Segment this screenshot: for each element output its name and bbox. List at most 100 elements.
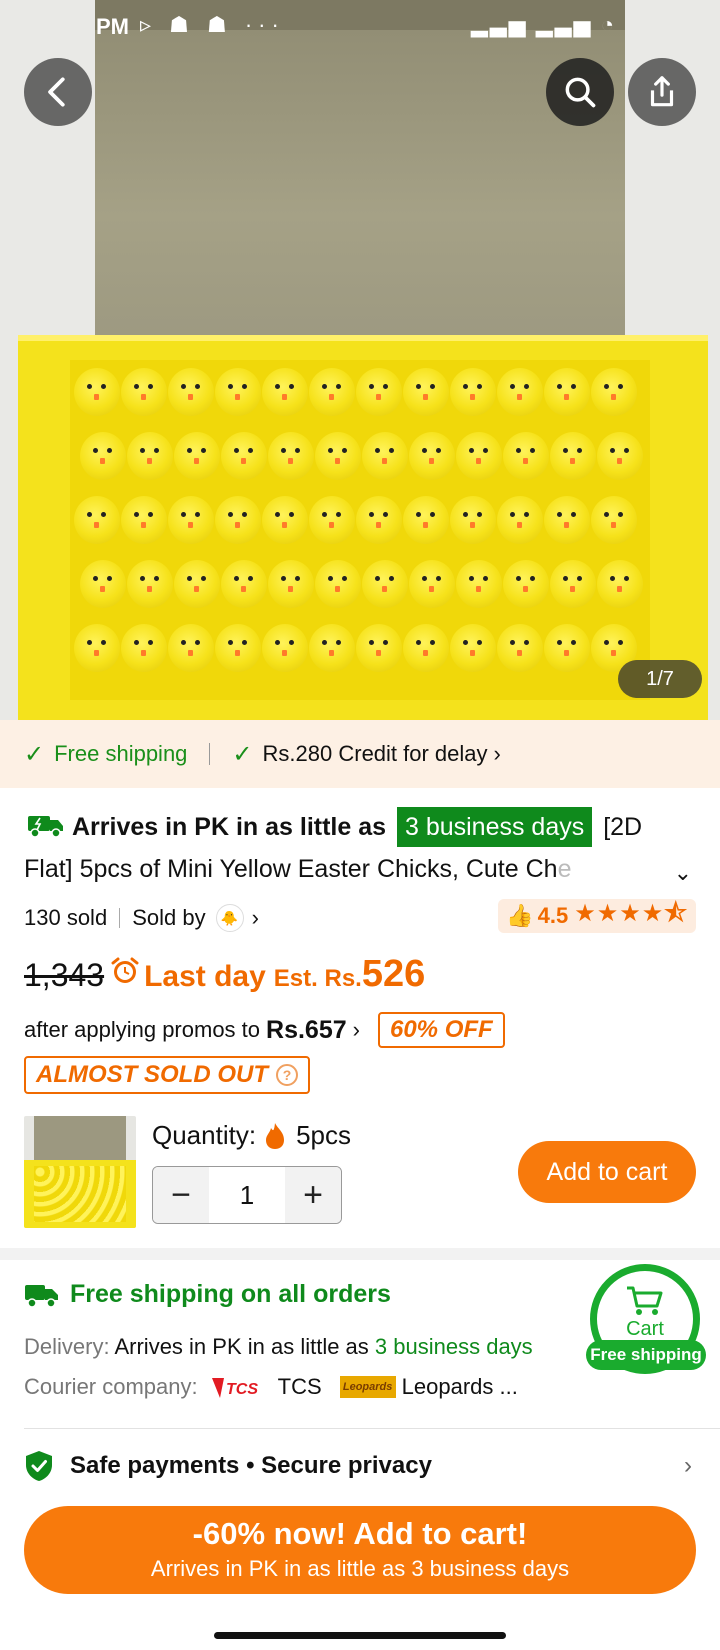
chick-figure (456, 560, 502, 608)
floating-cart-button[interactable]: Cart Free shipping (586, 1264, 720, 1376)
share-button[interactable] (628, 58, 696, 126)
expand-title-chevron-icon[interactable]: ⌄ (674, 860, 692, 886)
chevron-left-icon (48, 77, 65, 107)
chick-figure (544, 368, 590, 416)
seller-logo-icon[interactable]: 🐥 (215, 904, 244, 932)
section-divider (0, 1248, 720, 1260)
check-icon: ✓ (232, 740, 253, 768)
chick-figure (591, 368, 637, 416)
star-rating-icons: ★★★★⯪ (574, 899, 688, 927)
chick-figure (174, 432, 220, 480)
chick-figure (403, 368, 449, 416)
cta-subline: Arrives in PK in as little as 3 business… (150, 1556, 570, 1581)
cart-label: Cart (626, 1317, 664, 1340)
chick-figure (168, 624, 214, 672)
chick-figure (121, 368, 167, 416)
rating-badge[interactable]: 👍 4.5 ★★★★⯪ (498, 899, 696, 933)
chick-figure (80, 560, 126, 608)
delivery-days: 3 business days (374, 1334, 533, 1359)
divider (119, 908, 121, 928)
chick-figure (309, 368, 355, 416)
free-shipping-label: Free shipping (54, 741, 188, 766)
courier-info: Courier company: TCS TCS Leopards Leopar… (24, 1374, 518, 1400)
decrease-quantity-button[interactable]: − (153, 1167, 209, 1223)
chick-figure (450, 368, 496, 416)
original-price: 1,343 (24, 957, 105, 993)
plus-icon: + (303, 1175, 323, 1214)
chick-figure (597, 560, 643, 608)
shield-check-icon (26, 1451, 52, 1481)
status-time: PM (96, 14, 129, 39)
estimated-price: 526 (361, 953, 426, 995)
leopards-logo-icon: Leopards (339, 1376, 396, 1398)
chick-figure (127, 432, 173, 480)
promo-row[interactable]: after applying promos to Rs.657 › 60% OF… (24, 1010, 505, 1050)
fast-delivery-truck-icon (28, 816, 63, 838)
cta-headline: -60% now! Add to cart! (192, 1516, 528, 1551)
arrives-text: Arrives in PK in as little as (72, 813, 387, 841)
chick-figure (409, 432, 455, 480)
product-photo-lid (95, 0, 625, 360)
discount-badge: 60% OFF (377, 1012, 505, 1048)
promo-price: Rs.657 (266, 1015, 347, 1044)
thumbnail-lid (34, 1116, 126, 1162)
notification-icons: ▹ ☗ ☗ ··· (140, 12, 285, 37)
sold-by-label: Sold by (132, 905, 206, 930)
chick-figure (315, 560, 361, 608)
last-day-label: Last day (144, 960, 266, 993)
quantity-label: Quantity: (152, 1120, 257, 1150)
chick-figure (215, 368, 261, 416)
chick-figure (168, 496, 214, 544)
chick-figure (497, 368, 543, 416)
variant-thumbnail[interactable] (24, 1116, 136, 1228)
chick-figure (544, 496, 590, 544)
delivery-info: Delivery: Arrives in PK in as little as … (24, 1334, 533, 1360)
chick-figure (409, 560, 455, 608)
chick-figure (215, 624, 261, 672)
chick-figure (403, 624, 449, 672)
almost-sold-out-label: ALMOST SOLD OUT (36, 1061, 268, 1088)
add-to-cart-cta-button[interactable]: -60% now! Add to cart! Arrives in PK in … (24, 1506, 696, 1594)
chick-figure (544, 624, 590, 672)
chick-figure (127, 560, 173, 608)
chevron-right-icon[interactable]: › (684, 1452, 692, 1480)
divider (24, 1428, 720, 1429)
cart-icon (627, 1286, 663, 1315)
increase-quantity-button[interactable]: + (285, 1167, 341, 1223)
sold-count: 130 sold (24, 905, 108, 930)
safe-payments-row[interactable]: Safe payments • Secure privacy (24, 1450, 432, 1482)
chevron-right-icon: › (493, 741, 501, 766)
chick-figure (503, 432, 549, 480)
chick-figure (268, 560, 314, 608)
chick-figure (362, 432, 408, 480)
chick-figure (262, 496, 308, 544)
product-name-fade: e (557, 855, 572, 883)
cart-free-shipping-pill: Free shipping (586, 1340, 706, 1370)
chick-figure (168, 368, 214, 416)
product-image-gallery[interactable]: PM ▹ ☗ ☗ ··· ▂▃▅ ▂▃▅ ◔ 1/7 (0, 0, 720, 720)
chick-figure (550, 432, 596, 480)
shipping-benefits-strip[interactable]: ✓ Free shipping ✓ Rs.280 Credit for dela… (0, 720, 720, 788)
chick-figure (456, 432, 502, 480)
thumbs-up-icon: 👍 (506, 903, 534, 928)
quantity-value[interactable]: 1 (209, 1167, 285, 1223)
chick-figure (121, 624, 167, 672)
back-button[interactable] (24, 58, 92, 126)
product-title[interactable]: Arrives in PK in as little as 3 business… (24, 806, 684, 890)
add-to-cart-button[interactable]: Add to cart (518, 1141, 696, 1203)
courier-leopards: Leopards ... (401, 1374, 518, 1399)
almost-sold-out-badge[interactable]: ALMOST SOLD OUT ? (24, 1056, 310, 1094)
chick-figure (221, 432, 267, 480)
help-icon: ? (275, 1064, 298, 1086)
search-button[interactable] (546, 58, 614, 126)
chick-figure (550, 560, 596, 608)
quantity-stepper[interactable]: − 1 + (152, 1166, 342, 1224)
image-counter: 1/7 (618, 660, 702, 698)
home-indicator[interactable] (214, 1632, 506, 1639)
chevron-right-icon: › (352, 1017, 360, 1042)
chevron-right-icon[interactable]: › (252, 905, 259, 931)
status-bar: PM ▹ ☗ ☗ ··· ▂▃▅ ▂▃▅ ◔ (0, 10, 720, 44)
chick-figure (403, 496, 449, 544)
chick-figure (262, 368, 308, 416)
free-shipping-all-orders[interactable]: Free shipping on all orders (24, 1280, 391, 1309)
